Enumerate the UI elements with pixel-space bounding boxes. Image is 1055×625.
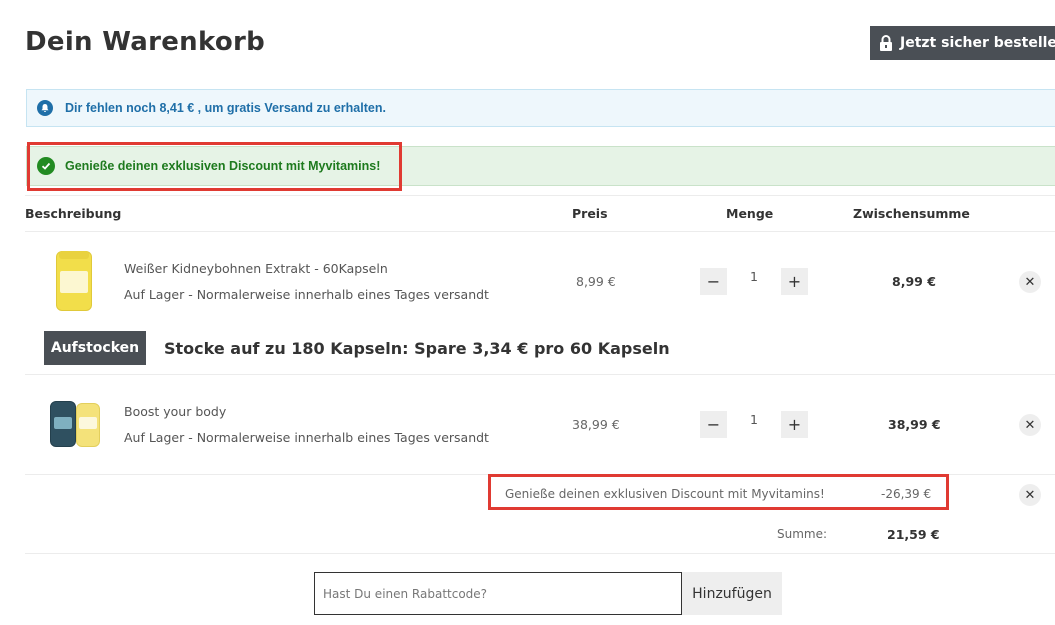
total-value: 21,59 € [887, 527, 940, 542]
checkmark-icon [37, 157, 55, 175]
column-header-subtotal: Zwischensumme [853, 206, 970, 221]
discount-label: Genieße deinen exklusiven Discount mit M… [505, 487, 825, 501]
page-title: Dein Warenkorb [25, 27, 266, 57]
free-shipping-banner: Dir fehlen noch 8,41 € , um gratis Versa… [26, 89, 1055, 127]
divider [25, 374, 1055, 375]
remove-item-button[interactable]: ✕ [1019, 271, 1041, 293]
lock-icon [879, 35, 893, 51]
product-image-kidney-bean[interactable] [56, 251, 96, 313]
column-header-quantity: Menge [726, 206, 774, 221]
discount-success-banner: Genieße deinen exklusiven Discount mit M… [26, 146, 1055, 186]
quantity-increase-button[interactable]: + [781, 411, 808, 438]
upgrade-button[interactable]: Aufstocken [44, 331, 146, 365]
line-subtotal: 8,99 € [892, 274, 936, 289]
product-name[interactable]: Weißer Kidneybohnen Extrakt - 60Kapseln [124, 261, 388, 276]
free-shipping-text: Dir fehlen noch 8,41 € , um gratis Versa… [65, 101, 386, 115]
quantity-decrease-button[interactable]: − [700, 411, 727, 438]
coupon-code-input[interactable] [314, 572, 682, 615]
total-label: Summe: [777, 527, 828, 541]
bell-icon [37, 100, 53, 116]
product-name[interactable]: Boost your body [124, 404, 226, 419]
divider [25, 474, 1055, 475]
unit-price: 38,99 € [572, 417, 620, 432]
remove-discount-button[interactable]: ✕ [1019, 484, 1041, 506]
stock-status: Auf Lager - Normalerweise innerhalb eine… [124, 430, 489, 445]
discount-success-text: Genieße deinen exklusiven Discount mit M… [65, 159, 381, 173]
upsell-offer-text: Stocke auf zu 180 Kapseln: Spare 3,34 € … [164, 339, 670, 358]
apply-coupon-button[interactable]: Hinzufügen [682, 572, 782, 615]
column-header-price: Preis [572, 206, 608, 221]
quantity-value[interactable]: 1 [744, 269, 764, 284]
line-subtotal: 38,99 € [888, 417, 941, 432]
checkout-button-label: Jetzt sicher bestellen [900, 35, 1055, 51]
divider [25, 553, 1055, 554]
stock-status: Auf Lager - Normalerweise innerhalb eine… [124, 287, 489, 302]
checkout-button[interactable]: Jetzt sicher bestellen [870, 26, 1055, 60]
discount-value: -26,39 € [881, 487, 932, 501]
divider [25, 231, 1055, 232]
quantity-decrease-button[interactable]: − [700, 268, 727, 295]
product-image-boost-bundle[interactable] [50, 399, 104, 449]
remove-item-button[interactable]: ✕ [1019, 414, 1041, 436]
quantity-value[interactable]: 1 [744, 412, 764, 427]
quantity-increase-button[interactable]: + [781, 268, 808, 295]
column-header-description: Beschreibung [25, 206, 122, 221]
divider [25, 195, 1055, 196]
unit-price: 8,99 € [576, 274, 616, 289]
